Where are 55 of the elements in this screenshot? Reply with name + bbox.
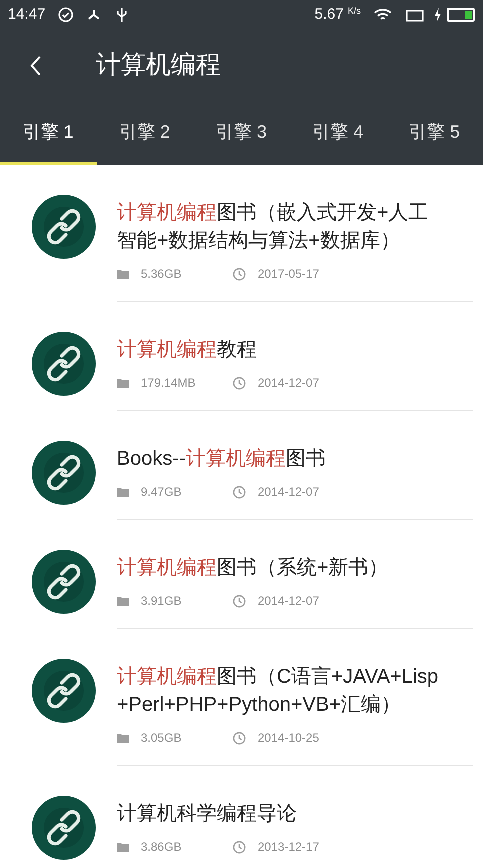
link-icon (32, 659, 96, 723)
clock-icon (233, 268, 246, 280)
status-time: 14:47 (8, 4, 46, 25)
result-title: 计算机编程图书（嵌入式开发+人工 智能+数据结构与算法+数据库） (117, 201, 430, 254)
result-title: 计算机编程图书（系统+新书） (117, 556, 390, 581)
network-speed: 5.67 $^{K/s}$ (314, 4, 361, 25)
result-item[interactable]: 计算机编程图书（嵌入式开发+人工 智能+数据结构与算法+数据库） 5.36GB 2017-05-17 (0, 165, 483, 302)
tab[interactable]: 引擎 4 (290, 102, 386, 165)
tablet-icon (405, 7, 425, 23)
result-title: 计算机编程图书（C语言+JAVA+Lisp +Perl+PHP+Python+VB+汇编） (117, 665, 440, 718)
tab[interactable]: 引擎 2 (96, 102, 194, 165)
result-item[interactable]: 计算机编程教程 179.14MB 2014-12-07 (0, 302, 483, 411)
battery-icon (447, 8, 475, 22)
clock-icon (233, 732, 246, 744)
file-date: 2014-12-07 (258, 485, 320, 499)
back-icon (30, 55, 42, 77)
file-date: 2014-10-25 (258, 731, 320, 745)
link-icon (32, 441, 96, 505)
folder-icon (117, 378, 129, 388)
folder-icon (117, 596, 129, 606)
link-icon (32, 195, 96, 259)
clock-icon (233, 594, 246, 608)
file-size: 179.14MB (141, 376, 197, 390)
clock-icon (233, 376, 246, 390)
tab[interactable]: 引擎 1 (0, 102, 97, 165)
result-item[interactable]: 计算机编程图书（C语言+JAVA+Lisp +Perl+PHP+Python+VB+汇编） 3.05GB 2014-10-25 (0, 629, 483, 766)
file-date: 2014-12-07 (258, 594, 320, 608)
clock-icon (233, 486, 246, 498)
file-size: 3.91GB (141, 594, 183, 608)
result-item[interactable]: Books--计算机编程图书 9.47GB 2014-12-07 (0, 411, 483, 520)
folder-icon (117, 733, 129, 743)
file-date: 2013-12-17 (258, 840, 320, 854)
result-title: 计算机编程教程 (117, 338, 258, 363)
file-size: 5.36GB (141, 267, 183, 281)
file-size: 9.47GB (141, 485, 183, 499)
file-date: 2017-05-17 (258, 267, 320, 281)
folder-icon (117, 269, 129, 279)
result-item[interactable]: 计算机编程图书（系统+新书） 3.91GB 2014-12-07 (0, 520, 483, 629)
link-icon (32, 332, 96, 396)
file-size: 3.86GB (141, 840, 183, 854)
folder-icon (117, 487, 129, 497)
page-title: 计算机编程 (96, 50, 221, 82)
result-title: 计算机科学编程导论 (117, 802, 298, 827)
tab[interactable]: 引擎 3 (193, 102, 290, 165)
link-icon (32, 796, 96, 860)
file-size: 3.05GB (141, 731, 183, 745)
folder-icon (117, 842, 129, 852)
result-item[interactable]: 计算机科学编程导论 3.86GB 2013-12-17 (0, 766, 483, 860)
bolt-icon (433, 7, 443, 23)
link-icon (32, 550, 96, 614)
clock-icon (233, 840, 246, 854)
check-circle-icon (58, 7, 74, 23)
tab[interactable]: 引擎 5 (386, 102, 483, 165)
file-date: 2014-12-07 (258, 376, 320, 390)
result-title: Books--计算机编程图书 (117, 447, 327, 472)
